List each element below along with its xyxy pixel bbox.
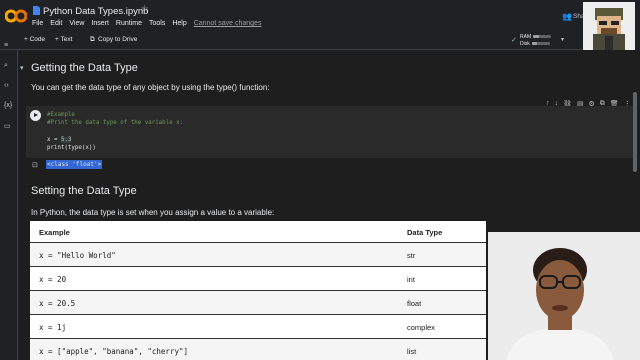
left-rail: ≡ ⌕ ‹› {x} ▭ (0, 42, 18, 360)
table-cell: x = 20.5 (39, 299, 76, 308)
table-row: x = ["apple", "banana", "cherry"] list (30, 339, 486, 360)
share-people-icon[interactable]: 👥 (562, 12, 572, 21)
section-heading: Setting the Data Type (31, 185, 137, 197)
drive-file-icon (33, 6, 40, 15)
disk-label: Disk (520, 40, 530, 47)
menu-tools[interactable]: Tools (149, 20, 165, 27)
add-text-button[interactable]: + Text (55, 36, 72, 43)
table-cell: str (407, 251, 416, 260)
code-line-assign: x = 5.3 (47, 137, 72, 143)
table-cell: int (407, 275, 415, 284)
menu-bar: File Edit View Insert Runtime Tools Help… (32, 20, 261, 27)
table-cell: x = 1j (39, 323, 67, 332)
menu-runtime[interactable]: Runtime (116, 20, 142, 27)
code-cell[interactable] (26, 106, 634, 158)
chevron-down-icon[interactable]: ▾ (561, 36, 564, 43)
scrollbar[interactable] (633, 92, 637, 172)
search-icon[interactable]: ⌕ (4, 62, 8, 70)
table-cell: float (407, 299, 422, 308)
collapse-section-icon[interactable]: ▾ (20, 64, 24, 72)
avatar (583, 2, 635, 54)
cell-output: <class 'float'> (46, 160, 103, 169)
variables-icon[interactable]: {x} (4, 102, 12, 109)
section-heading: Getting the Data Type (31, 62, 138, 74)
copy-to-drive-button[interactable]: Copy to Drive (98, 36, 137, 43)
table-cell: complex (407, 323, 435, 332)
disk-bar (531, 42, 550, 45)
code-line-comment: #Example (47, 112, 75, 118)
section-description: In Python, the data type is set when you… (31, 208, 275, 217)
table-row: x = "Hello World" str (30, 243, 486, 267)
menu-insert[interactable]: Insert (91, 20, 109, 27)
menu-file[interactable]: File (32, 20, 43, 27)
table-row: x = 20.5 float (30, 291, 486, 315)
code-line-comment: #Print the data type of the variable x: (47, 120, 184, 126)
add-code-button[interactable]: + Code (24, 36, 45, 43)
output-icon[interactable]: ⊡ (32, 161, 38, 169)
table-header: Example (39, 228, 70, 237)
table-row: x = 1j complex (30, 315, 486, 339)
webcam-overlay (488, 232, 640, 360)
ram-label: RAM (520, 33, 532, 40)
table-cell: list (407, 347, 417, 356)
run-cell-button[interactable] (30, 110, 41, 121)
colab-logo-icon[interactable] (5, 9, 27, 23)
unsaved-changes-link[interactable]: Cannot save changes (194, 20, 262, 27)
menu-help[interactable]: Help (172, 20, 186, 27)
table-header-row: Example Data Type (30, 221, 486, 243)
section-description: You can get the data type of any object … (31, 83, 270, 92)
table-header: Data Type (407, 228, 443, 237)
code-number: 5.3 (60, 137, 72, 143)
notebook-title[interactable]: Python Data Types.ipynb (43, 6, 148, 17)
menu-view[interactable]: View (69, 20, 84, 27)
files-icon[interactable]: ▭ (4, 122, 11, 130)
colab-window: Python Data Types.ipynb ☆ File Edit View… (0, 0, 640, 360)
notebook-toolbar: + Code + Text ⧉ Copy to Drive (0, 32, 583, 50)
connected-check-icon: ✓ (511, 37, 517, 44)
code-snippets-icon[interactable]: ‹› (4, 82, 9, 89)
top-bar: Python Data Types.ipynb ☆ File Edit View… (0, 0, 640, 32)
ram-bar (533, 35, 552, 38)
data-type-table: Example Data Type x = "Hello World" str … (30, 221, 486, 360)
drive-icon[interactable]: ⧉ (90, 36, 95, 44)
code-assign-prefix: x = (47, 137, 61, 143)
toc-icon[interactable]: ≡ (4, 42, 8, 49)
table-row: x = 20 int (30, 267, 486, 291)
code-line-print: print(type(x)) (47, 145, 96, 151)
table-cell: x = ["apple", "banana", "cherry"] (39, 347, 189, 356)
table-cell: x = 20 (39, 275, 67, 284)
star-icon[interactable]: ☆ (140, 4, 149, 15)
menu-edit[interactable]: Edit (50, 20, 62, 27)
table-cell: x = "Hello World" (39, 251, 116, 260)
